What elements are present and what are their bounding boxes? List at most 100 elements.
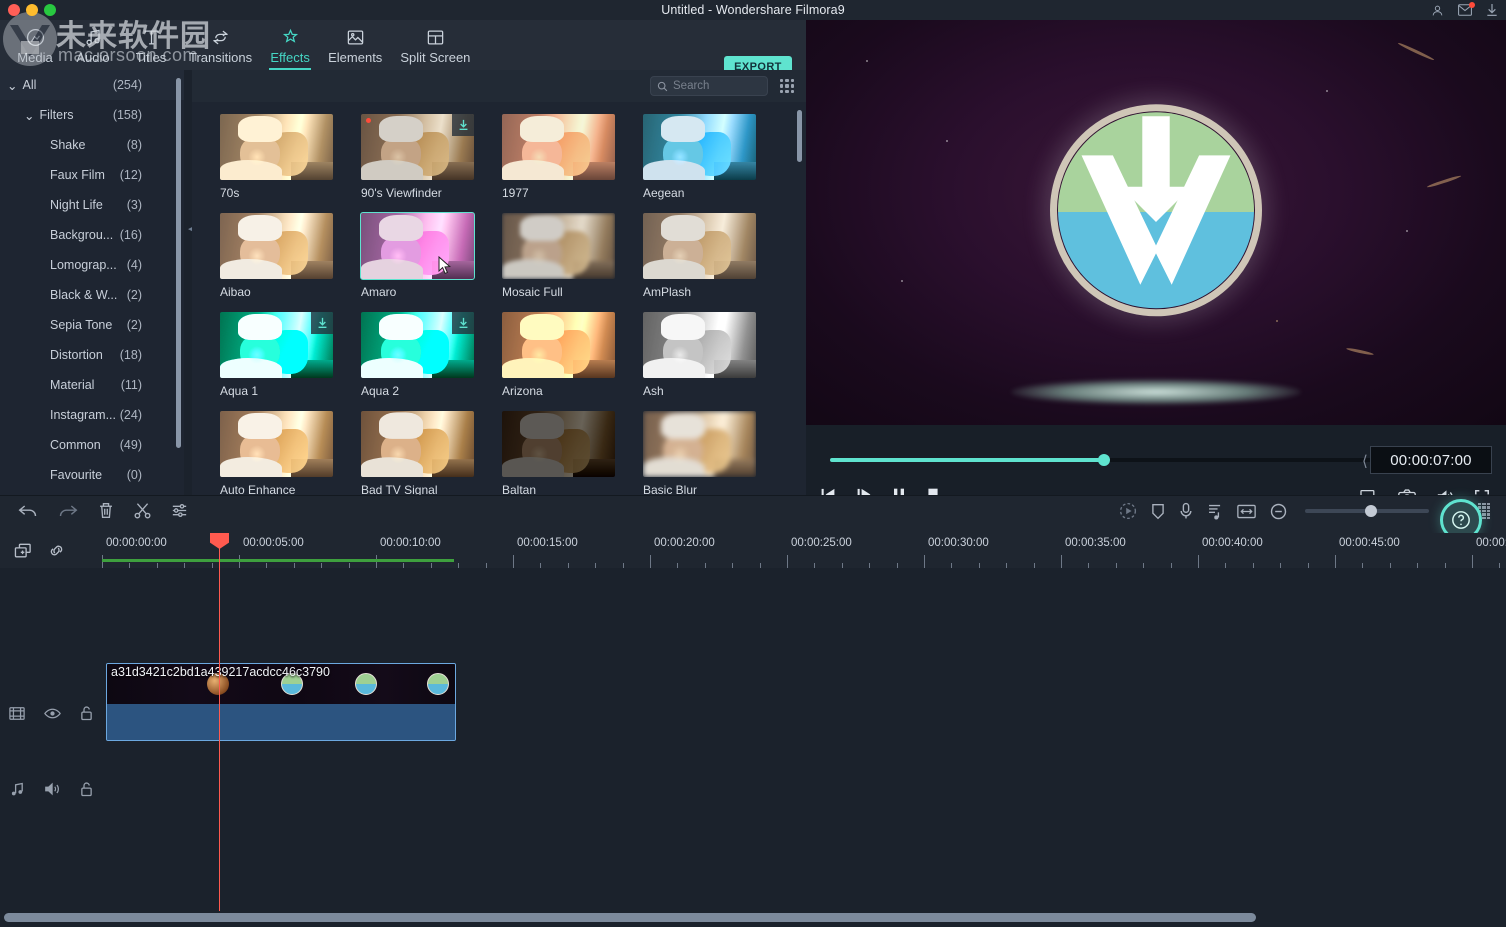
effect-thumbnail[interactable]	[220, 411, 333, 477]
download-icon[interactable]	[452, 114, 474, 136]
sidebar-item-black-w[interactable]: Black & W... (2)	[0, 280, 184, 310]
effect-item[interactable]: AmPlash	[643, 213, 784, 312]
chevron-down-icon[interactable]: ⌄	[24, 108, 34, 123]
effect-thumbnail[interactable]	[502, 312, 615, 378]
window-controls[interactable]	[8, 4, 56, 16]
effect-thumbnail[interactable]	[502, 213, 615, 279]
clip-body[interactable]	[107, 704, 455, 740]
delete-icon[interactable]	[98, 502, 114, 519]
effect-thumbnail[interactable]	[361, 411, 474, 477]
effect-thumbnail[interactable]	[643, 312, 756, 378]
lock-icon[interactable]	[80, 781, 93, 797]
sidebar-item-filters[interactable]: ⌄ Filters (158)	[0, 100, 184, 130]
sidebar-item-shake[interactable]: Shake (8)	[0, 130, 184, 160]
mail-icon[interactable]	[1458, 2, 1475, 16]
sidebar-item-lomograp[interactable]: Lomograp... (4)	[0, 250, 184, 280]
effect-thumbnail[interactable]	[220, 312, 333, 378]
effect-thumbnail[interactable]	[643, 114, 756, 180]
effect-thumbnail[interactable]	[220, 213, 333, 279]
tab-elements[interactable]: Elements	[319, 22, 391, 70]
effect-thumbnail[interactable]	[643, 213, 756, 279]
preview-video-area[interactable]	[806, 20, 1506, 425]
mark-in-icon[interactable]: ⟨	[1362, 452, 1368, 470]
effect-item[interactable]: Aegean	[643, 114, 784, 213]
effect-item[interactable]: Aqua 1	[220, 312, 361, 411]
effects-category-sidebar[interactable]: ⌄ All (254) ⌄ Filters (158) Shake (8) Faux Film (…	[0, 70, 184, 495]
grid-view-icon[interactable]	[780, 79, 794, 93]
effect-thumbnail[interactable]	[220, 114, 333, 180]
effect-item[interactable]: Basic Blur	[643, 411, 784, 495]
playhead[interactable]	[210, 533, 229, 911]
adjust-icon[interactable]	[171, 503, 188, 518]
account-icon[interactable]	[1431, 4, 1444, 17]
effect-item[interactable]: Baltan	[502, 411, 643, 495]
sidebar-item-backgrou[interactable]: Backgrou... (16)	[0, 220, 184, 250]
video-track-header[interactable]	[0, 673, 102, 753]
zoom-out-icon[interactable]	[1270, 503, 1287, 520]
audio-track-header[interactable]	[0, 761, 102, 817]
render-preview-icon[interactable]	[1119, 502, 1137, 520]
maximize-button[interactable]	[44, 4, 56, 16]
download-icon[interactable]	[1486, 3, 1498, 17]
marker-icon[interactable]	[1151, 503, 1165, 520]
effect-item[interactable]: Auto Enhance	[220, 411, 361, 495]
tab-audio[interactable]: Audio	[64, 22, 122, 70]
sidebar-item-common[interactable]: Common (49)	[0, 430, 184, 460]
panel-divider[interactable]	[184, 70, 192, 495]
sidebar-item-all[interactable]: ⌄ All (254)	[0, 70, 184, 100]
effect-item[interactable]: Mosaic Full	[502, 213, 643, 312]
undo-icon[interactable]	[18, 503, 38, 519]
speaker-icon[interactable]	[44, 782, 61, 796]
tab-transitions[interactable]: Transitions	[180, 22, 261, 70]
search-input[interactable]	[673, 80, 759, 92]
timeline-zoom-slider[interactable]	[1305, 505, 1429, 517]
sidebar-item-faux-film[interactable]: Faux Film (12)	[0, 160, 184, 190]
timeline-tracks[interactable]: a31d3421c2bd1a439217acdcc46c3790	[102, 568, 1506, 905]
preview-progress-slider[interactable]	[830, 454, 1376, 466]
sidebar-item-sepia-tone[interactable]: Sepia Tone (2)	[0, 310, 184, 340]
download-icon[interactable]	[311, 312, 333, 334]
preview-timecode[interactable]: 00:00:07:00	[1370, 446, 1492, 474]
progress-knob[interactable]	[1098, 454, 1110, 466]
tab-effects[interactable]: Effects	[261, 22, 319, 70]
sidebar-item-instagram[interactable]: Instagram... (24)	[0, 400, 184, 430]
tab-titles[interactable]: Titles	[122, 22, 180, 70]
redo-icon[interactable]	[58, 503, 78, 519]
effect-thumbnail[interactable]	[361, 312, 474, 378]
effect-thumbnail[interactable]	[360, 212, 475, 280]
sidebar-item-material[interactable]: Material (11)	[0, 370, 184, 400]
sidebar-item-night-life[interactable]: Night Life (3)	[0, 190, 184, 220]
effects-grid[interactable]: 70s 90's Viewfinder 1977 Aegean Aibao Amaro Mo…	[192, 102, 806, 495]
download-icon[interactable]	[452, 312, 474, 334]
timeline-hscroll-track[interactable]	[0, 907, 1506, 927]
timeline-hscroll-thumb[interactable]	[4, 913, 1256, 922]
add-track-icon[interactable]	[14, 543, 32, 559]
timeline-clip[interactable]: a31d3421c2bd1a439217acdcc46c3790	[106, 663, 456, 741]
effect-thumbnail[interactable]	[643, 411, 756, 477]
effect-item[interactable]: Amaro	[360, 212, 502, 312]
effect-thumbnail[interactable]	[502, 114, 615, 180]
tab-media[interactable]: Media	[6, 22, 64, 70]
voiceover-icon[interactable]	[1179, 502, 1193, 520]
lock-icon[interactable]	[80, 705, 93, 721]
sidebar-scrollbar[interactable]	[176, 78, 181, 448]
effect-item[interactable]: 90's Viewfinder	[361, 114, 502, 213]
zoom-slider-knob[interactable]	[1365, 505, 1377, 517]
effect-item[interactable]: Aqua 2	[361, 312, 502, 411]
close-button[interactable]	[8, 4, 20, 16]
effect-item[interactable]: Arizona	[502, 312, 643, 411]
minimize-button[interactable]	[26, 4, 38, 16]
effects-scrollbar[interactable]	[797, 110, 802, 162]
fit-timeline-icon[interactable]	[1237, 504, 1256, 519]
sidebar-item-distortion[interactable]: Distortion (18)	[0, 340, 184, 370]
effect-thumbnail[interactable]	[361, 114, 474, 180]
timeline-ruler[interactable]: 00:00:00:00 00:00:05:00 00:00:10:00 00:00:1…	[102, 533, 1506, 568]
sidebar-item-favourite[interactable]: Favourite (0)	[0, 460, 184, 490]
effect-thumbnail[interactable]	[502, 411, 615, 477]
effect-item[interactable]: 1977	[502, 114, 643, 213]
eye-icon[interactable]	[44, 707, 61, 720]
effect-item[interactable]: 70s	[220, 114, 361, 213]
audio-mixer-icon[interactable]	[1207, 503, 1223, 520]
chevron-down-icon[interactable]: ⌄	[7, 78, 17, 93]
effect-item[interactable]: Bad TV Signal	[361, 411, 502, 495]
